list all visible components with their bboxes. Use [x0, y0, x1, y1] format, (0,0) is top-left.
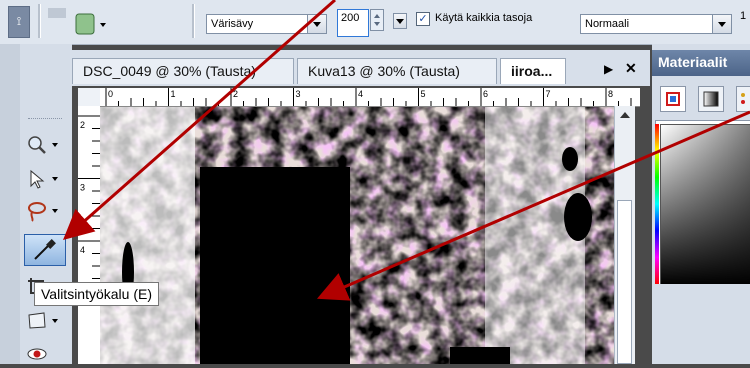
blend-combo[interactable]: Normaali — [580, 14, 732, 34]
toolbar-separator — [38, 4, 41, 38]
lasso-icon — [28, 202, 46, 222]
chevron-down-icon[interactable] — [307, 15, 326, 33]
ruler-label: 7 — [546, 89, 551, 99]
image-canvas[interactable] — [100, 107, 614, 364]
ruler-label: 5 — [421, 89, 426, 99]
hue-strip[interactable] — [655, 124, 659, 284]
vertical-scrollbar[interactable] — [614, 106, 635, 364]
chevron-down-icon — [52, 319, 58, 323]
tools-grip — [28, 118, 62, 121]
mode-combo[interactable]: Värisävy — [206, 14, 327, 34]
transform-icon — [28, 312, 46, 329]
tab-kuva13[interactable]: Kuva13 @ 30% (Tausta) — [297, 58, 497, 84]
tools-grip-strip — [0, 44, 20, 364]
blend-value: Normaali — [585, 18, 630, 30]
ruler-label: 3 — [80, 183, 85, 193]
transform-tool[interactable] — [26, 310, 66, 336]
pin-button[interactable]: ⟟ — [8, 6, 30, 38]
horizontal-ruler: 0 1 2 3 4 5 6 7 8 — [100, 88, 640, 107]
lasso-tool[interactable] — [26, 200, 66, 226]
ruler-corner — [78, 88, 100, 106]
all-layers-checkbox[interactable]: ✓ — [416, 12, 430, 26]
chevron-down-icon[interactable] — [712, 15, 731, 33]
gradient-icon — [703, 91, 719, 107]
zoom-tool[interactable] — [26, 134, 66, 160]
toolbar-separator — [192, 4, 195, 38]
spin-buttons[interactable] — [370, 9, 384, 31]
grip — [48, 8, 66, 18]
eyedropper-icon — [34, 239, 56, 260]
color-gradient-picker[interactable] — [660, 124, 750, 286]
scroll-up-icon[interactable] — [618, 110, 632, 120]
chevron-down-icon — [396, 19, 404, 24]
pointer-tool[interactable] — [26, 168, 66, 194]
pointer-icon — [30, 169, 45, 189]
materials-title: Materiaalit — [652, 50, 750, 76]
chevron-down-icon — [52, 209, 58, 213]
ruler-label: 4 — [80, 245, 85, 255]
chevron-down-icon — [52, 143, 58, 147]
pin-icon: ⟟ — [16, 14, 22, 28]
ruler-label: 2 — [233, 89, 238, 99]
scroll-thumb[interactable] — [617, 200, 632, 364]
selection-tool-icon — [75, 13, 106, 35]
ruler-label: 3 — [296, 89, 301, 99]
pattern-icon — [741, 93, 745, 104]
ruler-label: 8 — [608, 89, 613, 99]
tolerance-stepper[interactable]: 200 — [337, 9, 407, 39]
tool-preset-button[interactable] — [72, 10, 108, 38]
mode-value: Värisävy — [211, 18, 254, 30]
tolerance-dropdown[interactable] — [393, 13, 407, 29]
eyedropper-tool[interactable] — [24, 234, 66, 266]
redeye-tool[interactable] — [26, 342, 66, 368]
ruler-label: 1 — [171, 89, 176, 99]
spin-arrows-icon — [374, 14, 380, 26]
vertical-ruler: 2 3 4 — [78, 106, 101, 364]
chevron-down-icon — [52, 177, 58, 181]
next-tab-icon[interactable]: ▶ — [604, 62, 613, 76]
redeye-icon — [27, 348, 47, 360]
ruler-label: 6 — [483, 89, 488, 99]
truncated-value: 1 — [740, 10, 747, 22]
tolerance-input[interactable]: 200 — [337, 9, 369, 37]
zoom-icon — [28, 136, 46, 154]
materials-panel-bottom — [652, 284, 750, 364]
materials-tab-pattern[interactable] — [736, 86, 750, 112]
all-layers-label: Käytä kaikkia tasoja — [435, 12, 533, 24]
close-icon[interactable]: ✕ — [625, 60, 637, 77]
frame-icon — [666, 92, 680, 106]
materials-tab-frame[interactable] — [660, 86, 686, 112]
materials-tab-gradient[interactable] — [698, 86, 724, 112]
tab-dsc-0049[interactable]: DSC_0049 @ 30% (Tausta) — [72, 58, 294, 84]
tooltip: Valitsintyökalu (E) — [34, 282, 160, 306]
ruler-label: 4 — [358, 89, 363, 99]
tab-iiroa[interactable]: iiroa... — [500, 58, 566, 84]
ruler-label: 0 — [108, 89, 113, 99]
ruler-label: 2 — [80, 120, 85, 130]
